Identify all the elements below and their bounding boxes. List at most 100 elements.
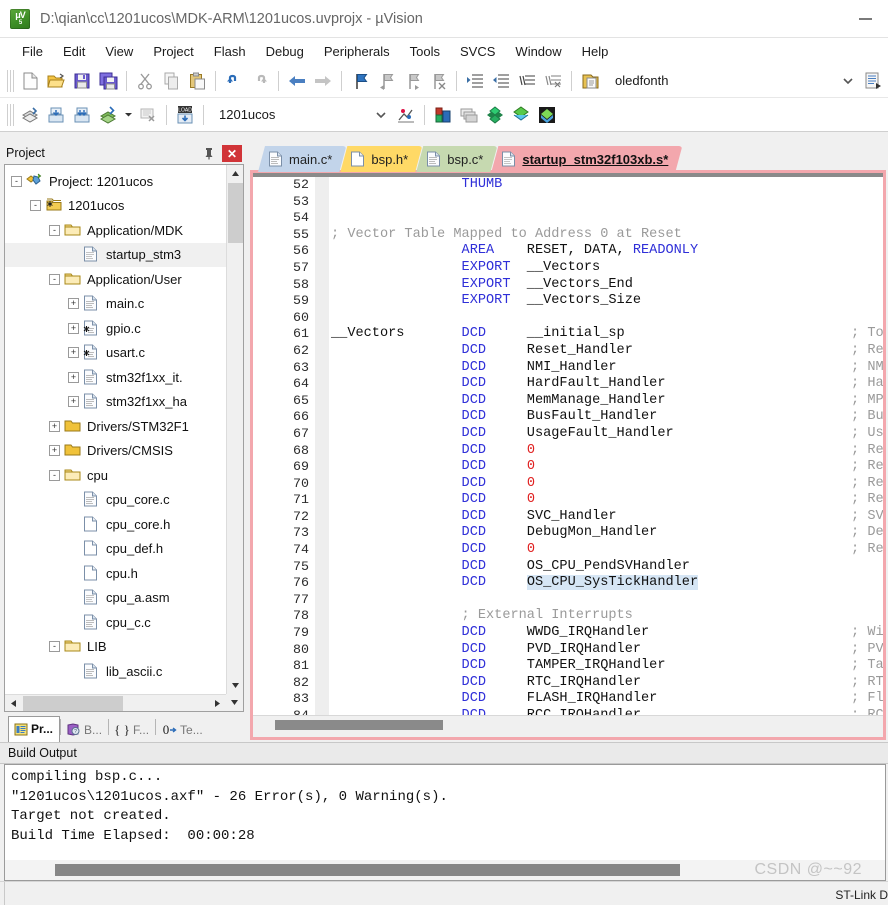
build-output-hscrollbar[interactable] <box>5 860 885 880</box>
close-icon[interactable]: ✕ <box>222 145 242 162</box>
editor-tab-bsp-c-[interactable]: bsp.c* <box>416 146 497 172</box>
redo-icon[interactable] <box>247 68 273 94</box>
tree-node-startup-stm3[interactable]: startup_stm3 <box>5 242 226 267</box>
gutter-margin-strip[interactable] <box>315 177 329 715</box>
code-line[interactable]: DCD UsageFault_Handler ; Usage Fault Ha <box>331 426 883 443</box>
code-line[interactable]: EXPORT __Vectors_End <box>331 277 883 294</box>
project-panel-tab-2[interactable]: { } F... <box>109 718 155 742</box>
batch-build-dropdown-icon[interactable] <box>121 102 135 128</box>
find-in-files-icon[interactable] <box>577 68 603 94</box>
tree-node-drivers-stm32f1[interactable]: + Drivers/STM32F1 <box>5 414 226 439</box>
menu-item-edit[interactable]: Edit <box>53 41 95 62</box>
navigate-back-icon[interactable] <box>284 68 310 94</box>
expand-toggle-icon[interactable]: + <box>68 371 79 383</box>
code-line[interactable]: DCD RTC_IRQHandler ; RTC <box>331 675 883 692</box>
batch-build-icon[interactable] <box>95 102 121 128</box>
bookmark-prev-icon[interactable] <box>373 68 399 94</box>
tree-node-cpu[interactable]: - cpu <box>5 463 226 488</box>
undo-icon[interactable] <box>221 68 247 94</box>
tree-node-main-c[interactable]: + main.c <box>5 292 226 317</box>
collapse-toggle-icon[interactable]: - <box>11 175 22 187</box>
code-line[interactable]: DCD Reset_Handler ; Reset Handler <box>331 343 883 360</box>
tree-node-application-user[interactable]: - Application/User <box>5 267 226 292</box>
code-line[interactable]: EXPORT __Vectors_Size <box>331 293 883 310</box>
project-panel-tab-3[interactable]: 0 Te... <box>156 718 209 742</box>
expand-toggle-icon[interactable]: + <box>68 347 79 359</box>
code-line[interactable]: DCD FLASH_IRQHandler ; Flash <box>331 691 883 708</box>
expand-toggle-icon[interactable]: + <box>68 396 79 408</box>
code-line[interactable] <box>331 194 883 211</box>
tree-node-cpu-core-c[interactable]: cpu_core.c <box>5 488 226 513</box>
code-line[interactable] <box>331 210 883 227</box>
svcs-icon[interactable] <box>534 102 560 128</box>
code-line[interactable]: DCD OS_CPU_SysTickHandler ; SysTick H <box>331 575 883 592</box>
code-line[interactable]: DCD 0 ; Reserved <box>331 443 883 460</box>
tree-node-lib-ascii-c[interactable]: lib_ascii.c <box>5 659 226 684</box>
tree-node-application-mdk[interactable]: - Application/MDK <box>5 218 226 243</box>
code-line[interactable]: DCD 0 ; Reserved <box>331 459 883 476</box>
collapse-toggle-icon[interactable]: - <box>49 641 60 653</box>
code-line[interactable]: DCD MemManage_Handler ; MPU Fault Hand <box>331 393 883 410</box>
code-line[interactable]: DCD TAMPER_IRQHandler ; Tamper <box>331 658 883 675</box>
comment-icon[interactable] <box>514 68 540 94</box>
build-icon[interactable] <box>43 102 69 128</box>
code-line[interactable]: DCD NMI_Handler ; NMI Handler <box>331 360 883 377</box>
tree-node-cpu-h[interactable]: cpu.h <box>5 561 226 586</box>
open-file-icon[interactable] <box>43 68 69 94</box>
code-line[interactable]: DCD RCC_IRQHandler ; RCC <box>331 708 883 715</box>
bookmark-next-icon[interactable] <box>399 68 425 94</box>
code-line[interactable]: DCD HardFault_Handler ; Hard Fault Han <box>331 376 883 393</box>
code-line[interactable] <box>331 592 883 609</box>
search-combo[interactable]: oledfonth <box>609 69 675 93</box>
paste-icon[interactable] <box>184 68 210 94</box>
tree-node-cpu-a-asm[interactable]: cpu_a.asm <box>5 586 226 611</box>
stop-build-icon[interactable] <box>135 102 161 128</box>
target-options-icon[interactable] <box>393 102 419 128</box>
expand-toggle-icon[interactable]: + <box>68 298 79 310</box>
toolbar-grip[interactable] <box>7 69 14 92</box>
project-panel-tab-1[interactable]: ? B... <box>61 718 108 742</box>
editor-horizontal-scrollbar[interactable] <box>253 715 883 737</box>
code-line[interactable]: DCD 0 ; Reserved <box>331 476 883 493</box>
code-line[interactable]: DCD BusFault_Handler ; Bus Fault Hand <box>331 409 883 426</box>
download-icon[interactable]: LOAD <box>172 102 198 128</box>
indent-icon[interactable] <box>462 68 488 94</box>
bookmark-clear-icon[interactable] <box>425 68 451 94</box>
tree-node-cpu-def-h[interactable]: cpu_def.h <box>5 537 226 562</box>
copy-icon[interactable] <box>158 68 184 94</box>
menu-item-file[interactable]: File <box>12 41 53 62</box>
chevron-down-icon[interactable] <box>836 69 860 93</box>
tree-hscroll-thumb[interactable] <box>23 696 123 711</box>
code-line[interactable]: DCD WWDG_IRQHandler ; Window Watchdo <box>331 625 883 642</box>
navigate-forward-icon[interactable] <box>310 68 336 94</box>
code-editor[interactable]: 52 53 54 55 56 57 58 59 60 61 62 63 64 65 66 67 68 69 70 71… <box>253 173 883 737</box>
cut-icon[interactable] <box>132 68 158 94</box>
editor-tab-bsp-h-[interactable]: bsp.h* <box>340 146 422 172</box>
collapse-toggle-icon[interactable]: - <box>49 273 60 285</box>
collapse-toggle-icon[interactable]: - <box>49 224 60 236</box>
expand-toggle-icon[interactable]: + <box>49 445 60 457</box>
editor-tab-main-c-[interactable]: main.c* <box>258 146 346 172</box>
code-line[interactable]: DCD OS_CPU_PendSVHandler ; PendSV Ha <box>331 559 883 576</box>
menu-item-svcs[interactable]: SVCS <box>450 41 505 62</box>
menu-item-help[interactable]: Help <box>572 41 619 62</box>
menu-item-project[interactable]: Project <box>143 41 203 62</box>
manage-project-items-icon[interactable] <box>430 102 456 128</box>
tree-node-project-1201ucos[interactable]: - Project: 1201ucos <box>5 169 226 194</box>
minimize-button[interactable] <box>842 0 888 38</box>
code-line[interactable]: ; Vector Table Mapped to Address 0 at Re… <box>331 227 883 244</box>
expand-toggle-icon[interactable]: + <box>68 322 79 334</box>
code-line[interactable]: DCD DebugMon_Handler ; Debug Monitor <box>331 525 883 542</box>
menu-item-debug[interactable]: Debug <box>256 41 314 62</box>
tree-horizontal-scrollbar[interactable] <box>5 694 226 711</box>
scroll-down-icon[interactable] <box>227 677 243 694</box>
translate-icon[interactable] <box>17 102 43 128</box>
code-text[interactable]: THUMB ; Vector Table Mapped to Address 0 … <box>331 177 883 715</box>
chevron-down-icon[interactable] <box>369 103 393 127</box>
toolbar-grip[interactable] <box>7 103 14 126</box>
code-line[interactable]: __Vectors DCD __initial_sp ; Top of Stack <box>331 326 883 343</box>
scroll-right-icon[interactable] <box>209 695 226 711</box>
menu-item-tools[interactable]: Tools <box>400 41 450 62</box>
code-line[interactable]: DCD SVC_Handler ; SVCall Handler <box>331 509 883 526</box>
code-line[interactable]: DCD 0 ; Reserved <box>331 542 883 559</box>
